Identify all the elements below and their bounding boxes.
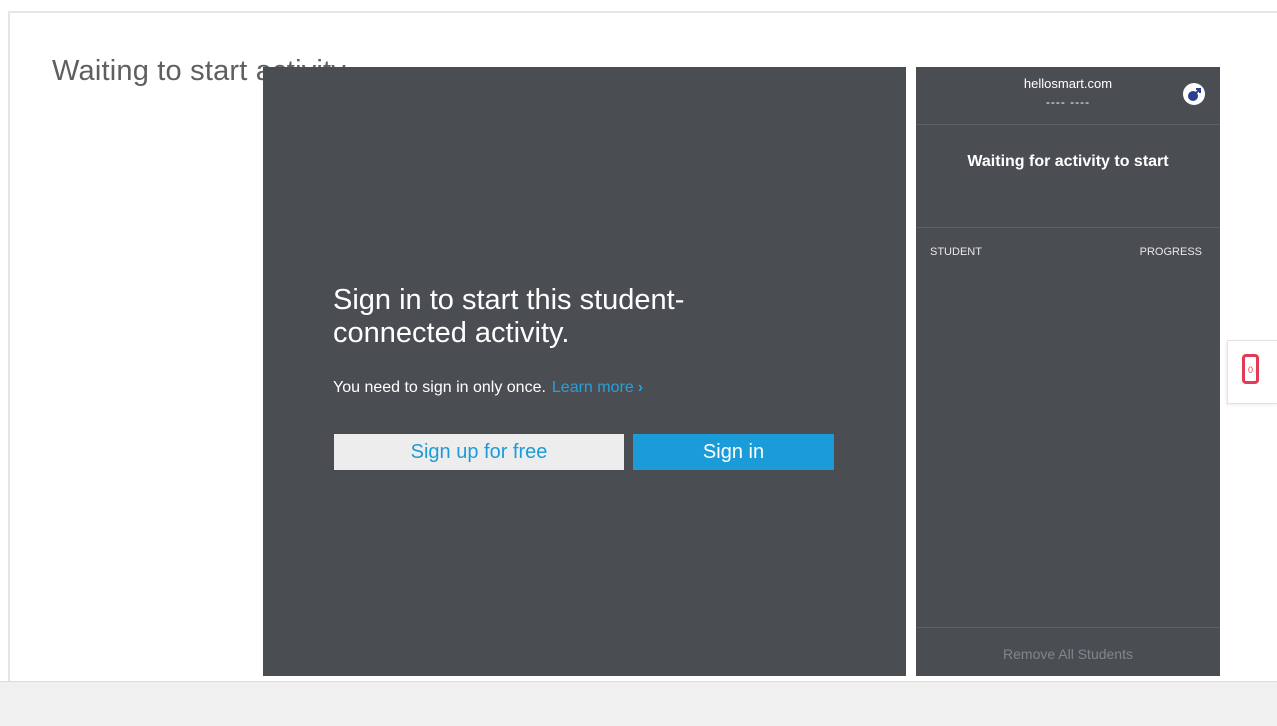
footer-bar	[0, 681, 1277, 726]
student-column-header: STUDENT	[930, 246, 982, 258]
device-count: 0	[1247, 365, 1253, 375]
launch-icon[interactable]	[1183, 83, 1205, 105]
student-panel: hellosmart.com ---- ---- Waiting for act…	[916, 67, 1220, 676]
chevron-right-icon: ›	[637, 379, 644, 396]
signin-panel: Sign in to start this student-connected …	[263, 67, 906, 676]
learn-more-link[interactable]: Learn more ›	[552, 379, 643, 396]
signin-heading: Sign in to start this student-connected …	[333, 284, 685, 349]
panel-divider-bottom	[916, 627, 1220, 628]
signin-subtitle: You need to sign in only once. Learn more…	[333, 379, 643, 397]
device-count-tab[interactable]: 0	[1227, 340, 1277, 404]
learn-more-label: Learn more	[551, 379, 634, 396]
panel-divider-middle	[916, 227, 1220, 228]
panel-divider-top	[916, 124, 1220, 125]
top-divider	[8, 11, 1277, 13]
remove-all-students-button[interactable]: Remove All Students	[916, 646, 1220, 662]
signin-button[interactable]: Sign in	[633, 434, 834, 470]
left-divider	[8, 11, 10, 681]
panel-code: ---- ----	[1045, 95, 1091, 109]
signin-subtitle-text: You need to sign in only once.	[333, 379, 546, 396]
progress-column-header: PROGRESS	[1139, 246, 1202, 258]
signup-button[interactable]: Sign up for free	[334, 434, 624, 470]
activity-page: Waiting to start activity... Sign in to …	[0, 0, 1277, 726]
panel-waiting-text: Waiting for activity to start	[967, 153, 1169, 170]
panel-domain: hellosmart.com	[1023, 76, 1113, 91]
launch-icon-graphic	[1188, 88, 1201, 101]
device-icon: 0	[1242, 354, 1259, 384]
